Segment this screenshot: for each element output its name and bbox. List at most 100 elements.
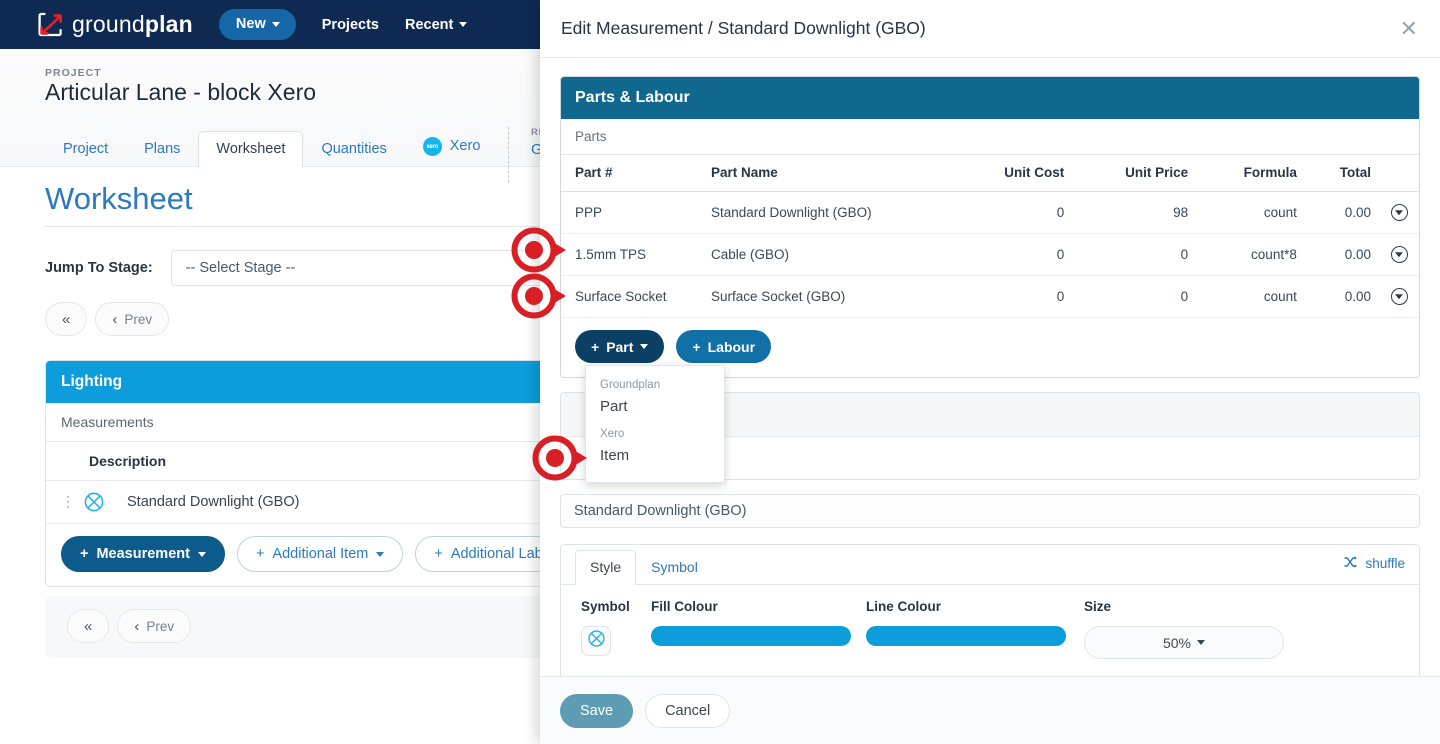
row-actions-cell[interactable] [1379,233,1419,276]
table-row[interactable]: Surface Socket Surface Socket (GBO) 0 0 … [561,275,1419,318]
pager-prev-button[interactable]: ‹ Prev [95,302,170,336]
modal-footer: Save Cancel [540,676,1440,744]
add-labour-label: Labour [707,338,756,355]
tab-symbol-label: Symbol [651,559,698,575]
add-measurement-button[interactable]: + Measurement [61,536,225,572]
add-additional-item-label: Additional Item [272,546,369,562]
cell-formula: count [1196,191,1305,234]
shuffle-label: shuffle [1365,556,1405,571]
col-total: Total [1304,155,1379,192]
tab-symbol[interactable]: Symbol [636,550,713,584]
save-button-label: Save [580,702,614,719]
cell-unit-price: 0 [1072,275,1197,318]
nav-projects[interactable]: Projects [322,17,379,33]
brand-wordmark: groundplan [72,11,193,37]
shuffle-icon [1344,556,1358,571]
cell-part-number: 1.5mm TPS [561,233,703,276]
cell-part-number: Surface Socket [561,275,703,318]
new-button[interactable]: New [218,9,296,40]
chevron-down-circle-icon[interactable] [1390,288,1408,305]
add-additional-item-button[interactable]: + Additional Item [236,536,404,572]
chevron-down-circle-icon[interactable] [1390,246,1408,263]
drag-handle-icon[interactable]: ⋮ [61,494,75,508]
tab-project[interactable]: Project [45,131,126,168]
pager-prev-label: Prev [124,311,153,327]
pager-bottom-prev-label: Prev [146,618,175,634]
nav-recent[interactable]: Recent [404,16,468,33]
parts-table: Part # Part Name Unit Cost Unit Price Fo… [561,155,1419,318]
add-part-button[interactable]: + Part [575,330,665,363]
pager-bottom-first-button[interactable]: « [67,609,110,643]
close-icon[interactable]: ✕ [1400,17,1418,40]
modal-title: Edit Measurement / Standard Downlight (G… [561,18,926,38]
page-project-title: Articular Lane - block Xero [45,79,317,105]
plus-icon: + [591,338,600,355]
table-row[interactable]: PPP Standard Downlight (GBO) 0 98 count … [561,191,1419,234]
project-kicker: PROJECT [45,67,102,79]
shuffle-button[interactable]: shuffle [1344,556,1405,571]
chevron-left-icon: ‹ [134,617,140,635]
cell-unit-cost: 0 [953,191,1073,234]
fill-colour-swatch[interactable] [651,626,851,646]
plus-icon: + [434,546,443,562]
row-actions-cell[interactable] [1379,191,1419,234]
chevron-down-icon [640,344,649,349]
chevron-down-circle-icon[interactable] [1390,204,1408,221]
plus-icon: + [80,546,89,562]
pager-bottom-prev-button[interactable]: ‹ Prev [117,609,192,643]
tab-style[interactable]: Style [575,550,637,585]
add-labour-button[interactable]: + Labour [676,330,772,363]
dropdown-group-groundplan: Groundplan [600,379,661,391]
modal-header: Edit Measurement / Standard Downlight (G… [540,0,1440,58]
measurement-name-input[interactable]: Standard Downlight (GBO) [560,494,1420,528]
col-part-name: Part Name [703,155,953,192]
cell-total: 0.00 [1304,233,1379,276]
cell-unit-cost: 0 [953,233,1073,276]
tab-quantities[interactable]: Quantities [303,131,404,168]
tab-plans-label: Plans [144,140,181,157]
jump-to-stage-value: -- Select Stage -- [185,260,296,276]
dropdown-item-part[interactable]: Part [586,394,724,423]
tab-quantities-label: Quantities [321,140,387,157]
size-select[interactable]: 50% [1084,626,1284,659]
parts-and-labour-heading: Parts & Labour [561,77,1419,119]
cell-total: 0.00 [1304,275,1379,318]
project-tabs: Project Plans Worksheet Quantities xero … [45,128,498,167]
line-colour-swatch[interactable] [866,626,1066,646]
dropdown-item-item[interactable]: Item [586,443,724,472]
tab-plans[interactable]: Plans [126,131,198,168]
downlight-symbol-icon [83,491,105,513]
line-colour-label: Line Colour [866,599,941,614]
table-row[interactable]: 1.5mm TPS Cable (GBO) 0 0 count*8 0.00 [561,233,1419,276]
tab-worksheet-label: Worksheet [216,140,286,157]
cancel-button[interactable]: Cancel [645,693,731,728]
nav-recent-label: Recent [404,16,454,33]
size-value: 50% [1162,634,1192,651]
plus-icon: + [255,546,265,562]
parts-table-header-row: Part # Part Name Unit Cost Unit Price Fo… [561,155,1419,192]
cell-part-name: Surface Socket (GBO) [703,275,953,318]
cell-unit-cost: 0 [953,275,1073,318]
chevron-down-icon [197,551,206,557]
style-card: Style Symbol shuffle Symbol Fill Colour … [560,544,1420,676]
measurement-description: Standard Downlight (GBO) [127,494,300,510]
parts-section-label: Parts [561,119,1419,155]
chevron-down-icon [1197,640,1206,645]
chevron-down-icon [459,22,468,27]
tab-xero-label: Xero [449,138,481,155]
symbol-field-label: Symbol [581,599,630,614]
parts-and-labour-panel: Parts & Labour Parts Part # Part Name Un… [560,76,1420,378]
pager-bottom: « ‹ Prev [67,609,192,643]
tab-xero[interactable]: xero Xero [405,126,499,167]
tab-worksheet[interactable]: Worksheet [198,130,304,167]
fill-colour-label: Fill Colour [651,599,718,614]
col-unit-price: Unit Price [1072,155,1197,192]
fill-colour-field: Fill Colour [651,599,866,659]
symbol-picker-button[interactable] [581,626,611,656]
pager-first-button[interactable]: « [45,302,88,336]
save-button[interactable]: Save [560,693,634,728]
brand-logo[interactable]: groundplan [38,11,193,38]
row-actions-cell[interactable] [1379,275,1419,318]
nav-projects-label: Projects [321,16,379,33]
cell-unit-price: 0 [1072,233,1197,276]
